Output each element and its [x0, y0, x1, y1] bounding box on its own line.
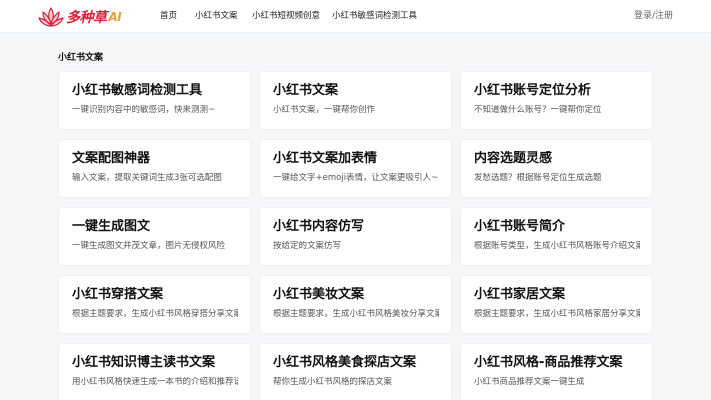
card-description: 输入文案，提取关键词生成3张可选配图: [72, 173, 222, 183]
site-logo[interactable]: 多种草 AI: [38, 4, 122, 30]
card-description: 帮你生成小红书风格的探店文案: [273, 377, 393, 387]
card-title: 小红书风格美食探店文案: [273, 355, 417, 370]
card-description: 小红书商品推荐文案一键生成: [474, 377, 585, 387]
nav-home[interactable]: 首页: [160, 0, 177, 33]
card-description: 发愁选题？根据账号定位生成选题: [474, 173, 602, 183]
tool-card[interactable]: 文案配图神器 输入文案，提取关键词生成3张可选配图: [58, 139, 251, 198]
card-description: 一键给文字+emoji表情，让文案更吸引人~: [273, 173, 439, 183]
card-description: 根据主题要求，生成小红书风格家居分享文案: [474, 309, 640, 319]
tool-card[interactable]: 小红书账号简介 根据账号类型，生成小红书风格账号介绍文案: [460, 207, 653, 266]
nav-xhs-copy[interactable]: 小红书文案: [195, 0, 238, 33]
card-description: 一键识别内容中的敏感词，快来测测~: [72, 105, 216, 115]
card-title: 小红书文案加表情: [273, 151, 378, 166]
card-title: 一键生成图文: [72, 219, 151, 234]
card-description: 根据账号类型，生成小红书风格账号介绍文案: [474, 241, 640, 251]
logo-ai-text: AI: [108, 10, 122, 24]
card-title: 小红书穿搭文案: [72, 287, 164, 302]
section-title: 小红书文案: [58, 53, 104, 63]
card-title: 小红书账号简介: [474, 219, 566, 234]
tool-card[interactable]: 小红书风格美食探店文案 帮你生成小红书风格的探店文案: [259, 343, 452, 400]
card-title: 小红书文案: [273, 83, 339, 98]
tool-card[interactable]: 小红书美妆文案 根据主题要求，生成小红书风格美妆分享文案: [259, 275, 452, 334]
card-description: 不知道做什么账号？一键帮你定位: [474, 105, 602, 115]
tool-card[interactable]: 小红书家居文案 根据主题要求，生成小红书风格家居分享文案: [460, 275, 653, 334]
card-title: 小红书账号定位分析: [474, 83, 592, 98]
card-title: 小红书内容仿写: [273, 219, 365, 234]
card-title: 小红书敏感词检测工具: [72, 83, 203, 98]
card-description: 按给定的文案仿写: [273, 241, 342, 251]
flower-logo-icon: [38, 7, 64, 27]
card-title: 小红书风格-商品推荐文案: [474, 355, 623, 370]
tool-card[interactable]: 小红书风格-商品推荐文案 小红书商品推荐文案一键生成: [460, 343, 653, 400]
card-description: 一键生成图文并茂文章，图片无侵权风险: [72, 241, 226, 251]
nav-sensitive-word-tool[interactable]: 小红书敏感词检测工具: [332, 0, 417, 33]
card-description: 根据主题要求，生成小红书风格穿搭分享文案: [72, 309, 238, 319]
tool-card[interactable]: 内容选题灵感 发愁选题？根据账号定位生成选题: [460, 139, 653, 198]
tool-card[interactable]: 一键生成图文 一键生成图文并茂文章，图片无侵权风险: [58, 207, 251, 266]
tool-card[interactable]: 小红书文案 小红书文案，一键帮你创作: [259, 71, 452, 130]
card-title: 小红书美妆文案: [273, 287, 365, 302]
nav-xhs-video-ideas[interactable]: 小红书短视频创意: [252, 0, 320, 33]
tool-card[interactable]: 小红书穿搭文案 根据主题要求，生成小红书风格穿搭分享文案: [58, 275, 251, 334]
tool-card[interactable]: 小红书敏感词检测工具 一键识别内容中的敏感词，快来测测~: [58, 71, 251, 130]
tool-card-grid: 小红书敏感词检测工具 一键识别内容中的敏感词，快来测测~ 小红书文案 小红书文案…: [58, 71, 653, 400]
card-title: 小红书家居文案: [474, 287, 566, 302]
tool-card[interactable]: 小红书文案加表情 一键给文字+emoji表情，让文案更吸引人~: [259, 139, 452, 198]
card-description: 根据主题要求，生成小红书风格美妆分享文案: [273, 309, 439, 319]
card-title: 文案配图神器: [72, 151, 151, 166]
login-register-link[interactable]: 登录/注册: [634, 0, 673, 33]
card-title: 内容选题灵感: [474, 151, 553, 166]
top-header: 多种草 AI 首页 小红书文案 小红书短视频创意 小红书敏感词检测工具 登录/注…: [0, 0, 711, 33]
tool-card[interactable]: 小红书知识博主读书文案 用小红书风格快速生成一本书的介绍和推荐语: [58, 343, 251, 400]
tool-card[interactable]: 小红书内容仿写 按给定的文案仿写: [259, 207, 452, 266]
tool-card[interactable]: 小红书账号定位分析 不知道做什么账号？一键帮你定位: [460, 71, 653, 130]
card-description: 小红书文案，一键帮你创作: [273, 105, 376, 115]
card-title: 小红书知识博主读书文案: [72, 355, 216, 370]
logo-text: 多种草: [66, 10, 107, 26]
card-description: 用小红书风格快速生成一本书的介绍和推荐语: [72, 377, 238, 387]
